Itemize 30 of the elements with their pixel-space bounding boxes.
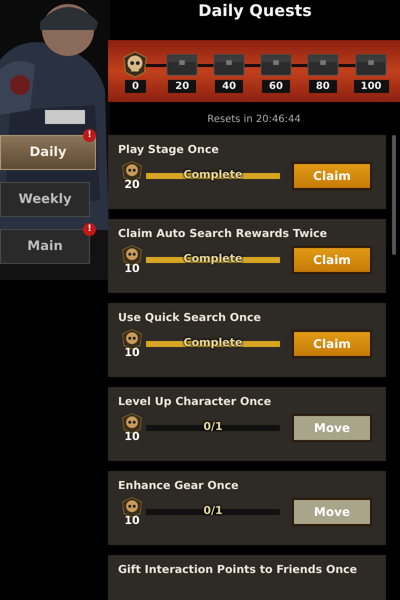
quest-button[interactable]: Claim [292, 246, 372, 274]
milestone-points: 20 [168, 80, 196, 92]
milestone-points: 60 [262, 80, 290, 92]
progress-text: 0/1 [202, 418, 224, 434]
tab[interactable]: Main [0, 229, 90, 264]
quest-title: Claim Auto Search Rewards Twice [118, 227, 328, 240]
quest-button[interactable]: Move [292, 498, 372, 526]
milestone-points: 80 [308, 80, 337, 92]
tab[interactable]: Weekly [0, 182, 90, 217]
quest-button[interactable]: Move [292, 414, 372, 442]
quest-title: Level Up Character Once [118, 395, 272, 408]
quest-title: Enhance Gear Once [118, 479, 240, 492]
quest-button[interactable]: Claim [292, 330, 372, 358]
reward-points: 10 [124, 430, 140, 443]
quest-title: Play Stage Once [118, 143, 220, 156]
scrollbar[interactable] [392, 135, 396, 255]
milestone-points: 100 [354, 80, 389, 92]
tab[interactable]: Daily [0, 135, 96, 170]
progress-text: 0/1 [202, 502, 224, 518]
reward-points: 20 [124, 178, 140, 191]
reset-timer: Resets in 20:46:44 [206, 113, 302, 127]
milestone-points: 0 [124, 80, 146, 92]
screen-title: Daily Quests [197, 0, 313, 22]
quest-title: Use Quick Search Once [118, 311, 262, 324]
quest-title: Gift Interaction Points to Friends Once [118, 563, 358, 576]
reward-points: 10 [124, 514, 140, 527]
quest-button[interactable]: Claim [292, 162, 372, 190]
reward-points: 10 [124, 346, 140, 359]
reward-points: 10 [124, 262, 140, 275]
milestone-points: 40 [215, 80, 244, 92]
